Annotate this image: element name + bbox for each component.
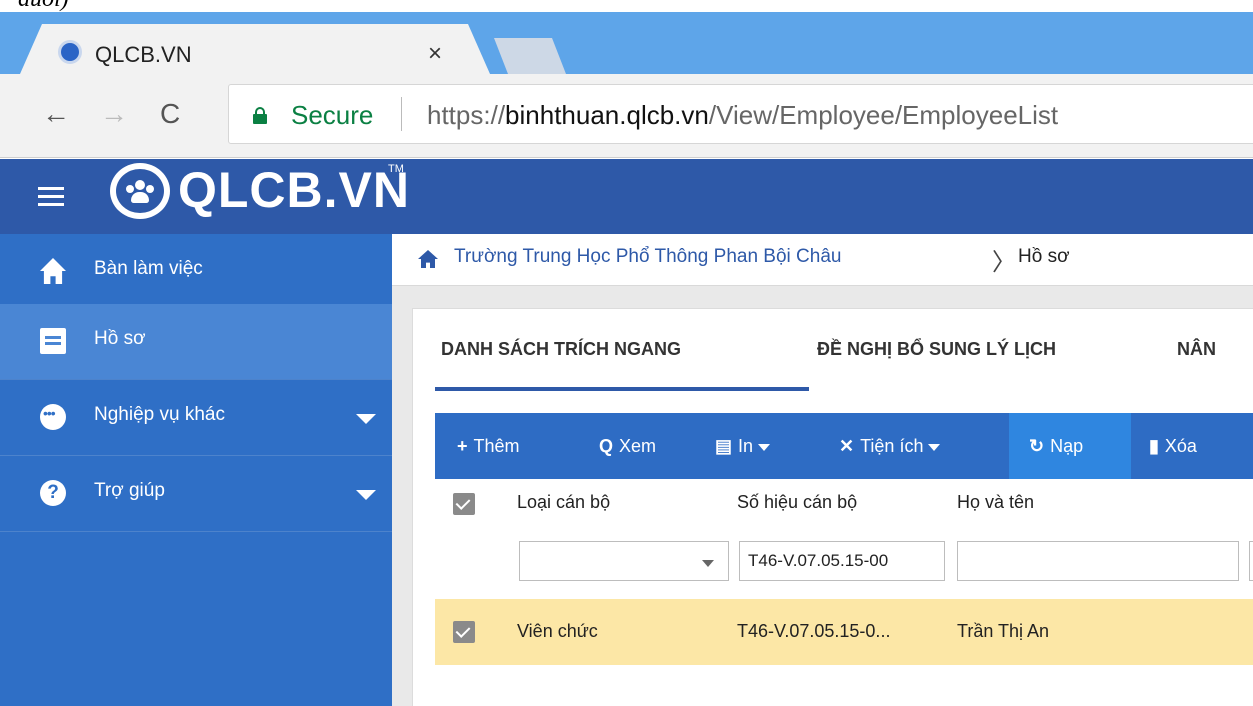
tab-title: QLCB.VN (95, 42, 192, 67)
trash-icon: ▮ (1149, 436, 1159, 456)
tab-supplement-request[interactable]: ĐỀ NGHỊ BỔ SUNG LÝ LỊCH (817, 339, 1056, 360)
sidebar-item-label: Bàn làm việc (94, 258, 203, 279)
back-arrow-icon[interactable]: ← (42, 100, 70, 128)
view-label: Xem (619, 436, 657, 456)
cell-code: T46-V.07.05.15-0... (737, 621, 891, 641)
type-filter-select[interactable] (519, 541, 729, 581)
browser-tab[interactable] (20, 24, 490, 74)
tab-close-icon[interactable]: × (428, 40, 442, 68)
breadcrumb-current: Hồ sơ (1018, 246, 1070, 267)
favicon-icon (58, 40, 82, 64)
cell-type: Viên chức (517, 621, 598, 641)
action-toolbar: + Thêm Q Xem ▤ In ✕ Tiện ích ↻ Nạp ▮ Xóa (435, 413, 1253, 479)
code-filter-input[interactable] (739, 541, 945, 581)
url-host: binhthuan.qlcb.vn (505, 100, 709, 130)
caret-down-icon (702, 560, 714, 567)
browser-toolbar: ← → C Secure https://binhthuan.qlcb.vn/V… (0, 74, 1253, 158)
home-icon[interactable] (418, 250, 438, 268)
home-icon (40, 258, 66, 284)
help-icon: ? (40, 480, 66, 506)
tools-icon: ✕ (839, 436, 855, 456)
url-path: /View/Employee/EmployeeList (708, 100, 1059, 130)
row-checkbox[interactable] (453, 621, 475, 643)
omnibox-divider (401, 97, 402, 131)
breadcrumb: Trường Trung Học Phổ Thông Phan Bội Châu… (392, 234, 1253, 286)
sidebar-item-label: Hồ sơ (94, 328, 146, 349)
secure-label: Secure (291, 100, 374, 130)
tab-summary-list[interactable]: DANH SÁCH TRÍCH NGANG (441, 339, 681, 360)
sidebar: Bàn làm việc Hồ sơ Nghiệp vụ khác ? Trợ … (0, 234, 392, 706)
select-all-checkbox[interactable] (453, 493, 475, 515)
table-header: Loại cán bộ Số hiệu cán bộ Họ và tên ( (435, 479, 1253, 529)
active-tab-indicator (435, 387, 809, 391)
tab-truncated[interactable]: NÂN (1177, 339, 1216, 360)
add-label: Thêm (473, 436, 520, 456)
more-icon (40, 404, 66, 430)
sidebar-item-label: Nghiệp vụ khác (94, 404, 225, 425)
content-panel: DANH SÁCH TRÍCH NGANG ĐỀ NGHỊ BỔ SUNG LÝ… (412, 308, 1253, 706)
printer-icon: ▤ (715, 436, 733, 456)
utilities-button[interactable]: ✕ Tiện ích (839, 413, 941, 479)
print-button[interactable]: ▤ In (715, 413, 771, 479)
utilities-label: Tiện ích (860, 436, 924, 456)
screenshot-root: duoi) QLCB.VN × ← → C Secure https://bin… (0, 0, 1253, 706)
url-text[interactable]: https://binhthuan.qlcb.vn/View/Employee/… (427, 100, 1058, 131)
reload-button[interactable]: ↻ Nạp (1009, 413, 1131, 479)
print-label: In (738, 436, 754, 456)
lock-icon (253, 107, 267, 124)
delete-label: Xóa (1164, 436, 1197, 456)
reload-icon[interactable]: C (160, 100, 180, 128)
app-logo[interactable]: QLCB.VN (178, 161, 410, 219)
column-header-code[interactable]: Số hiệu cán bộ (737, 492, 857, 513)
search-icon: Q (599, 436, 614, 456)
view-button[interactable]: Q Xem (599, 413, 656, 479)
browser-tab-strip: QLCB.VN × (0, 12, 1253, 74)
breadcrumb-school-link[interactable]: Trường Trung Học Phổ Thông Phan Bội Châu (454, 246, 841, 268)
main-content: Trường Trung Học Phổ Thông Phan Bội Châu… (392, 234, 1253, 706)
column-header-type[interactable]: Loại cán bộ (517, 492, 610, 513)
caret-down-icon (928, 443, 941, 451)
name-filter-input[interactable] (957, 541, 1239, 581)
cell-name: Trần Thị An (957, 621, 1050, 641)
sidebar-item-help[interactable]: ? Trợ giúp (0, 456, 392, 532)
id-card-icon (40, 328, 66, 354)
sidebar-item-other-tasks[interactable]: Nghiệp vụ khác (0, 380, 392, 456)
app-header: QLCB.VN TM (0, 159, 1253, 234)
forward-arrow-icon[interactable]: → (100, 100, 128, 128)
caret-down-icon (758, 443, 771, 451)
address-bar[interactable]: Secure https://binhthuan.qlcb.vn/View/Em… (228, 84, 1253, 144)
next-column-filter-input[interactable] (1249, 541, 1253, 581)
sidebar-item-label: Trợ giúp (94, 480, 165, 501)
trademark-mark: TM (388, 163, 404, 175)
table-row[interactable]: Viên chức T46-V.07.05.15-0... Trần Thị A… (435, 599, 1253, 665)
url-scheme: https:// (427, 100, 506, 130)
top-text-fragment: duoi) (0, 0, 1253, 12)
chevron-down-icon (356, 490, 376, 500)
filter-row (435, 529, 1253, 595)
delete-button[interactable]: ▮ Xóa (1149, 413, 1197, 479)
breadcrumb-separator: 〉 (992, 249, 1016, 276)
refresh-icon: ↻ (1029, 436, 1045, 456)
menu-icon[interactable] (38, 187, 64, 207)
new-tab-button[interactable] (494, 38, 566, 74)
chevron-down-icon (356, 414, 376, 424)
column-header-name[interactable]: Họ và tên (957, 492, 1034, 513)
sidebar-item-profile[interactable]: Hồ sơ (0, 304, 392, 380)
sidebar-item-desk[interactable]: Bàn làm việc (0, 234, 392, 310)
reload-label: Nạp (1050, 436, 1084, 456)
people-icon (124, 176, 156, 206)
top-fragment-text: duoi) (18, 0, 69, 12)
plus-icon: + (457, 436, 468, 456)
add-button[interactable]: + Thêm (457, 413, 520, 479)
